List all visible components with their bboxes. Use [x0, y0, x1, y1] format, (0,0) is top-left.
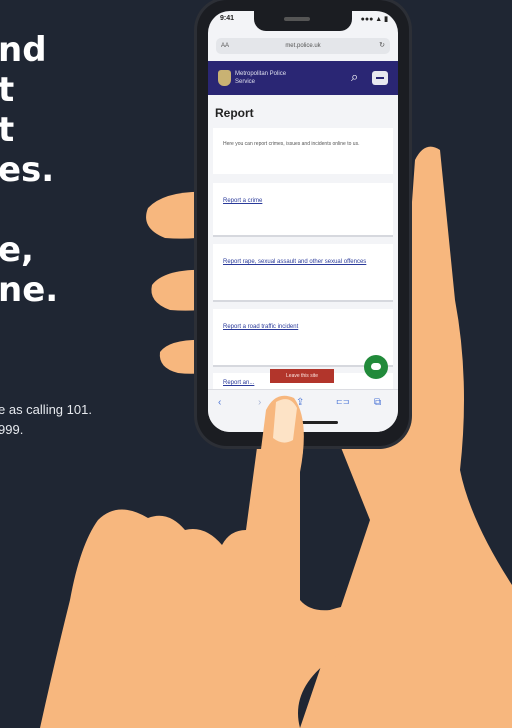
report-link[interactable]: Report a road traffic incident	[223, 323, 383, 331]
org-name-line1: Metropolitan Police	[235, 71, 287, 77]
leave-site-button[interactable]: Leave this site	[270, 369, 334, 383]
police-crest-icon[interactable]	[218, 70, 231, 86]
phone-notch	[254, 11, 352, 31]
reader-mode-button[interactable]: AA	[221, 38, 229, 54]
share-icon[interactable]: ⇪	[296, 397, 304, 408]
report-card[interactable]: Report a crime	[213, 183, 393, 237]
report-link[interactable]: Report rape, sexual assault and other se…	[223, 258, 383, 266]
phone-screen: 9:41 ●●● ▲ ▮ AA met.police.uk ↻ Metropol…	[208, 11, 398, 432]
org-name: Metropolitan Police Service	[235, 70, 286, 86]
page-title: Report	[215, 106, 254, 120]
url-text: met.police.uk	[285, 43, 321, 49]
site-header: Metropolitan Police Service ⌕	[208, 61, 398, 95]
intro-box: Here you can report crimes, issues and i…	[213, 128, 393, 174]
speaker	[284, 17, 310, 21]
status-time: 9:41	[220, 15, 235, 22]
back-icon[interactable]: ‹	[218, 397, 221, 408]
chat-icon[interactable]	[364, 355, 388, 379]
report-card[interactable]: Report rape, sexual assault and other se…	[213, 244, 393, 302]
intro-text: Here you can report crimes, issues and i…	[223, 141, 360, 147]
menu-icon[interactable]	[372, 71, 388, 85]
report-link[interactable]: Report a crime	[223, 197, 383, 205]
bookmarks-icon[interactable]: ⊏⊐	[336, 397, 349, 406]
address-bar[interactable]: AA met.police.uk ↻	[216, 38, 390, 54]
org-name-line2: Service	[235, 79, 256, 85]
search-icon[interactable]: ⌕	[351, 70, 358, 84]
forward-icon[interactable]: ›	[258, 397, 261, 408]
home-indicator	[268, 421, 338, 424]
status-icons: ●●● ▲ ▮	[360, 16, 388, 23]
tabs-icon[interactable]: ⧉	[374, 397, 381, 408]
browser-toolbar: ‹ › ⇪ ⊏⊐ ⧉	[208, 389, 398, 432]
reload-icon[interactable]: ↻	[379, 38, 385, 54]
phone: 9:41 ●●● ▲ ▮ AA met.police.uk ↻ Metropol…	[197, 0, 409, 446]
